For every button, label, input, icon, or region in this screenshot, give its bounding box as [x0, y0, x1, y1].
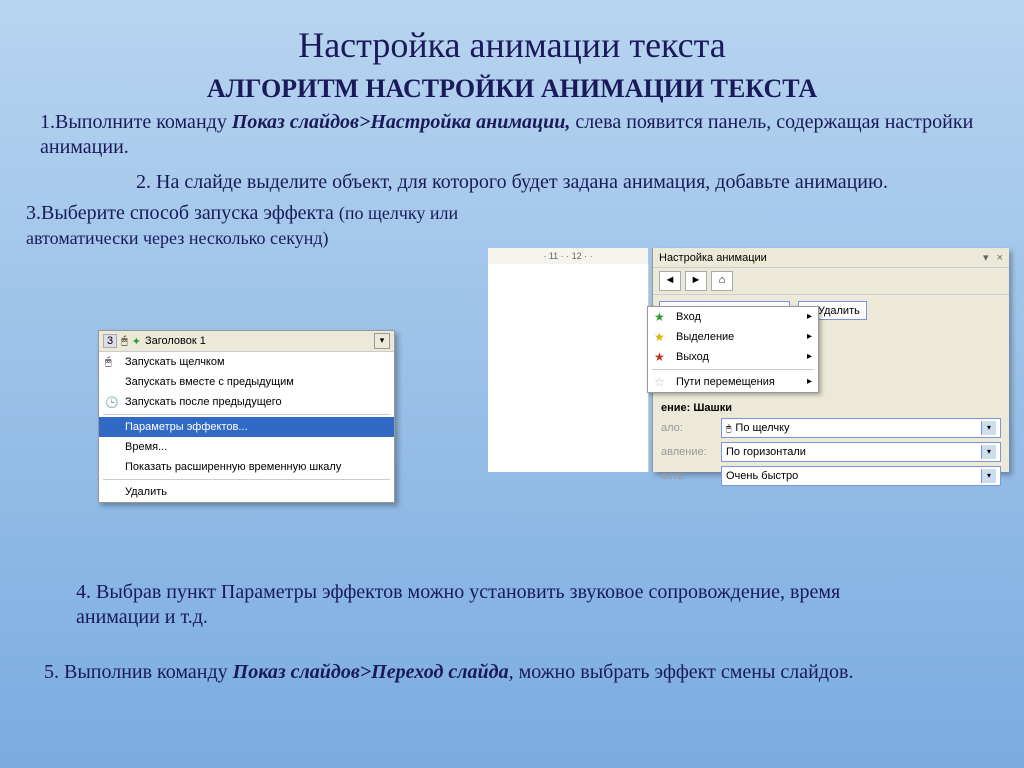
- step-2: 2. На слайде выделите объект, для которо…: [16, 170, 1008, 195]
- submenu-exit[interactable]: ★ Выход ▸: [648, 347, 818, 367]
- slide-workspace: [488, 264, 649, 472]
- star-icon: ★: [654, 350, 665, 364]
- effect-submenu[interactable]: ★ Вход ▸ ★ Выделение ▸ ★ Выход ▸ ☆ Пути …: [647, 306, 819, 393]
- step1-cmd: Показ слайдов>Настройка анимации,: [232, 111, 571, 133]
- step-4: 4. Выбрав пункт Параметры эффектов можно…: [76, 580, 876, 630]
- close-icon[interactable]: ×: [997, 252, 1003, 264]
- task-pane-title: Настройка анимации: [659, 252, 767, 264]
- field-direction-label: авление:: [661, 446, 721, 458]
- step3a: 3.Выберите способ запуска эффекта: [26, 202, 339, 224]
- chevron-down-icon[interactable]: ▾: [981, 421, 996, 435]
- forward-icon[interactable]: ►: [685, 271, 707, 291]
- star-icon: ☆: [654, 375, 665, 389]
- star-icon: ★: [654, 310, 665, 324]
- arrow-right-icon: ▸: [807, 331, 812, 342]
- star-icon: ★: [654, 330, 665, 344]
- arrow-right-icon: ▸: [807, 376, 812, 387]
- menu-divider: [103, 479, 390, 480]
- menu-divider: [103, 414, 390, 415]
- submenu-emphasis[interactable]: ★ Выделение ▸: [648, 327, 818, 347]
- menu-start-with-prev[interactable]: Запускать вместе с предыдущим: [99, 372, 394, 392]
- back-icon[interactable]: ◄: [659, 271, 681, 291]
- field-start-label: ало:: [661, 422, 721, 434]
- step-1: 1.Выполните команду Показ слайдов>Настро…: [16, 110, 1008, 160]
- combo-value: Очень быстро: [726, 470, 981, 482]
- mouse-icon: 🖱: [121, 335, 128, 348]
- slide-title: Настройка анимации текста: [0, 0, 1024, 66]
- field-start-combo[interactable]: 🖱 По щелчку ▾: [721, 418, 1001, 438]
- effect-header[interactable]: 3 🖱 ✦ Заголовок 1 ▾: [99, 331, 394, 352]
- mouse-icon: 🖱: [105, 356, 117, 368]
- arrow-right-icon: ▸: [807, 351, 812, 362]
- combo-value: По щелчку: [731, 422, 981, 434]
- chevron-down-icon[interactable]: ▾: [374, 333, 390, 349]
- chevron-down-icon[interactable]: ▾: [981, 445, 996, 459]
- submenu-label: Выделение: [676, 331, 734, 343]
- field-direction-combo[interactable]: По горизонтали ▾: [721, 442, 1001, 462]
- change-text: ение: Шашки: [661, 402, 732, 414]
- combo-value: По горизонтали: [726, 446, 981, 458]
- slide-subtitle: АЛГОРИТМ НАСТРОЙКИ АНИМАЦИИ ТЕКСТА: [0, 74, 1024, 104]
- clock-icon: 🕒: [105, 396, 117, 408]
- field-speed-label: ость:: [661, 470, 721, 482]
- home-icon[interactable]: ⌂: [711, 271, 733, 291]
- step-3: 3.Выберите способ запуска эффекта (по ще…: [16, 201, 486, 251]
- menu-remove[interactable]: Удалить: [99, 482, 394, 502]
- chevron-down-icon[interactable]: ▾: [981, 469, 996, 483]
- step5-post: , можно выбрать эффект смены слайдов.: [509, 661, 854, 683]
- menu-start-onclick[interactable]: 🖱 Запускать щелчком: [99, 352, 394, 372]
- effect-title: Заголовок 1: [145, 335, 206, 347]
- step5-pre: 5. Выполнив команду: [44, 661, 233, 683]
- ruler: · 11 · · 12 · ·: [488, 248, 648, 265]
- menu-timing[interactable]: Время...: [99, 437, 394, 457]
- submenu-label: Выход: [676, 351, 709, 363]
- btn-label: Удалить: [818, 305, 860, 317]
- arrow-right-icon: ▸: [807, 311, 812, 322]
- task-pane: Настройка анимации ▾ × ◄ ► ⌂ ✦ Добавить …: [652, 248, 1009, 472]
- submenu-motion-paths[interactable]: ☆ Пути перемещения ▸: [648, 372, 818, 392]
- step1-pre: 1.Выполните команду: [40, 111, 232, 133]
- submenu-entrance[interactable]: ★ Вход ▸: [648, 307, 818, 327]
- step5-cmd: Показ слайдов>Переход слайда: [233, 661, 509, 683]
- submenu-label: Пути перемещения: [676, 376, 775, 388]
- submenu-label: Вход: [676, 311, 701, 323]
- effect-dropdown-menu[interactable]: 3 🖱 ✦ Заголовок 1 ▾ 🖱 Запускать щелчком …: [98, 330, 395, 503]
- chevron-down-icon[interactable]: ▾: [983, 251, 989, 264]
- menu-effect-options[interactable]: Параметры эффектов...: [99, 417, 394, 437]
- field-speed-combo[interactable]: Очень быстро ▾: [721, 466, 1001, 486]
- step-5: 5. Выполнив команду Показ слайдов>Перехо…: [44, 660, 944, 685]
- change-label: ение: Шашки: [653, 400, 1009, 416]
- menu-label: Запускать щелчком: [125, 356, 225, 368]
- animation-task-pane: · 11 · · 12 · · Настройка анимации ▾ × ◄…: [488, 248, 1008, 472]
- submenu-divider: [652, 369, 814, 370]
- effect-index: 3: [103, 334, 117, 348]
- menu-label: Запускать после предыдущего: [125, 396, 282, 408]
- menu-show-timeline[interactable]: Показать расширенную временную шкалу: [99, 457, 394, 477]
- star-icon: ✦: [132, 335, 141, 348]
- menu-start-after-prev[interactable]: 🕒 Запускать после предыдущего: [99, 392, 394, 412]
